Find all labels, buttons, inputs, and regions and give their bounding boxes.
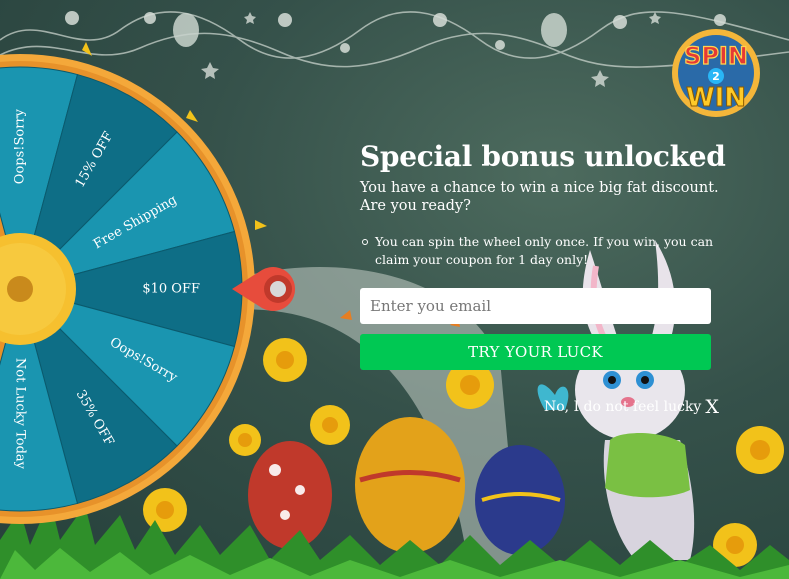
offer-subtitle: You have a chance to win a nice big fat … (360, 180, 719, 214)
decline-link[interactable]: No, I do not feel lucky X (544, 396, 719, 418)
rules-list: You can spin the wheel only once. If you… (360, 233, 720, 269)
logo-spin-text: SPIN (684, 42, 748, 70)
email-field[interactable] (360, 288, 711, 324)
wheel-segment-label: $10 OFF (142, 282, 200, 297)
offer-panel: Special bonus unlocked You have a chance… (360, 140, 726, 370)
logo-2-text: 2 (712, 70, 720, 83)
page-title: Special bonus unlocked (360, 140, 726, 173)
spin-wheel-popup: Oops!Sorry 15% OFF Free Shipping $10 OFF Oop… (0, 0, 789, 579)
try-your-luck-button[interactable]: TRY YOUR LUCK (360, 334, 711, 370)
decline-label: No, I do not feel lucky (544, 399, 702, 415)
logo-win-text: WIN (686, 83, 746, 113)
rule-item: You can spin the wheel only once. If you… (362, 233, 720, 269)
spin-win-logo: SPIN 2 WIN (672, 29, 760, 117)
wheel-segment-label: Oops!Sorry (13, 108, 28, 184)
close-icon[interactable]: X (705, 396, 719, 418)
wheel-segment-label: Not Lucky Today (13, 358, 28, 470)
